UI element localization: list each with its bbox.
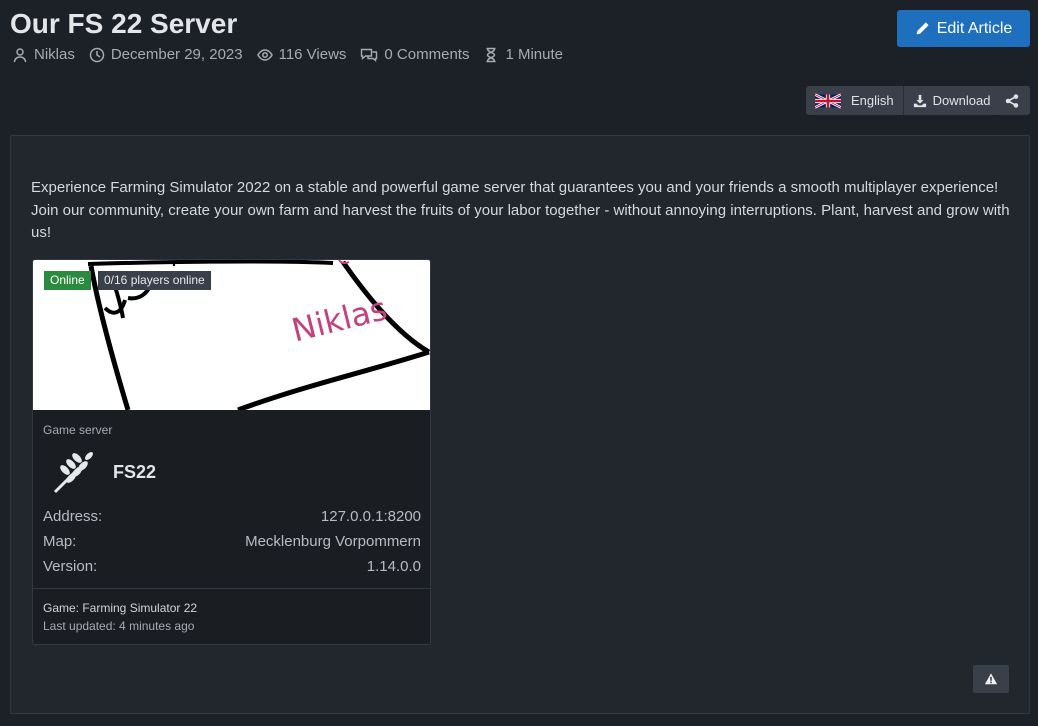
clock-icon [89,47,105,62]
author-name: Niklas [34,46,75,63]
meta-read-time: 1 Minute [483,46,563,63]
views-count: 116 Views [278,46,347,63]
article-meta: Niklas December 29, 2023 116 Views 0 Com… [12,46,577,63]
game-name: Game: Farming Simulator 22 [43,601,198,615]
warning-icon [984,673,998,685]
server-image: Niklas [33,260,430,413]
server-type: Game server [43,423,113,437]
share-icon [1005,93,1019,108]
user-icon [13,47,27,62]
players-badge: 0/16 players online [98,271,211,290]
address-value: 127.0.0.1:8200 [320,508,421,525]
comments-count: 0 Comments [384,46,470,63]
page-title: Our FS 22 Server [10,8,238,39]
meta-views: 116 Views [256,46,347,63]
server-card[interactable]: Niklas Online 0/16 players online Game s… [32,259,431,645]
share-button[interactable] [994,86,1030,115]
report-button[interactable] [973,665,1009,693]
uk-flag-icon [815,92,841,109]
hourglass-icon [486,47,496,62]
download-button[interactable]: Download [903,86,1000,115]
server-drawing: Niklas [87,260,430,413]
article-date: December 29, 2023 [110,46,243,63]
pencil-icon [916,22,929,35]
edit-article-button[interactable]: Edit Article [897,10,1030,47]
comments-icon [361,48,378,62]
language-button[interactable]: English [806,86,904,115]
version-row: Version: 1.14.0.0 [43,558,421,575]
edit-article-label: Edit Article [936,19,1013,37]
card-footer: Game: Farming Simulator 22 Last updated:… [33,588,430,644]
wheat-icon [53,452,93,494]
meta-comments[interactable]: 0 Comments [360,46,469,63]
server-name: FS22 [113,462,157,482]
article-actions: English Download [806,86,1000,115]
read-time: 1 Minute [505,46,563,63]
language-label: English [851,93,894,108]
article-content: Experience Farming Simulator 2022 on a s… [10,135,1030,714]
article-intro: Experience Farming Simulator 2022 on a s… [31,179,1010,241]
address-label: Address: [43,508,103,525]
download-label: Download [932,93,991,108]
image-signature: Niklas [288,289,391,349]
last-updated: Last updated: 4 minutes ago [43,619,195,633]
status-badge: Online [44,271,91,290]
version-label: Version: [43,558,98,575]
meta-date: December 29, 2023 [89,46,243,63]
map-row: Map: Mecklenburg Vorpommern [43,533,421,550]
eye-icon [256,48,273,61]
download-icon [913,94,926,107]
map-value: Mecklenburg Vorpommern [245,533,421,550]
address-row: Address: 127.0.0.1:8200 [43,508,421,525]
meta-author[interactable]: Niklas [12,46,75,63]
map-label: Map: [43,533,77,550]
version-value: 1.14.0.0 [366,558,421,575]
